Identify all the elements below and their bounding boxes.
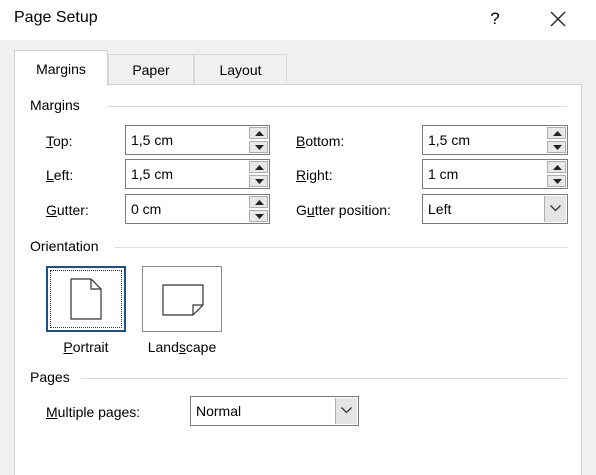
portrait-button[interactable] xyxy=(46,266,126,332)
right-label: Right: xyxy=(296,167,333,183)
gutter-position-label-pre: G xyxy=(296,202,307,218)
landscape-label: Landscape xyxy=(136,339,228,355)
bottom-margin-spin-buttons xyxy=(547,127,566,153)
gutter-spin-buttons xyxy=(249,196,268,222)
multiple-pages-value: Normal xyxy=(196,403,242,419)
close-icon xyxy=(550,11,566,27)
right-margin-spin-buttons xyxy=(547,161,566,187)
bottom-margin-spinner[interactable] xyxy=(422,125,568,155)
bottom-label-accel: B xyxy=(296,133,306,149)
multiple-pages-label: Multiple pages: xyxy=(46,404,140,420)
gutter-input[interactable] xyxy=(126,195,247,223)
multiple-pages-label-text: ultiple pages: xyxy=(57,404,141,420)
bottom-margin-increase-button[interactable] xyxy=(547,127,566,139)
bottom-label-text: ottom: xyxy=(305,133,345,149)
chevron-down-icon xyxy=(550,205,561,212)
pages-group-title: Pages xyxy=(30,369,70,385)
chevron-down-icon xyxy=(341,407,352,414)
right-margin-increase-button[interactable] xyxy=(547,161,566,173)
landscape-label-text: cape xyxy=(185,339,217,355)
landscape-button[interactable] xyxy=(142,266,222,332)
top-label: Top: xyxy=(46,133,72,149)
left-margin-spinner[interactable] xyxy=(125,159,270,189)
portrait-label-text: ortrait xyxy=(72,339,109,355)
right-margin-input[interactable] xyxy=(423,160,545,188)
multiple-pages-label-accel: M xyxy=(46,404,58,420)
margins-panel: Margins Top: Bottom: Left: Right: xyxy=(14,84,582,475)
portrait-page-icon xyxy=(70,278,102,320)
left-margin-input[interactable] xyxy=(126,160,247,188)
left-margin-decrease-button[interactable] xyxy=(249,175,268,187)
triangle-up-icon xyxy=(255,131,264,136)
landscape-label-accel: s xyxy=(178,339,186,355)
gutter-position-dropdown-button[interactable] xyxy=(544,196,566,222)
left-label-text: eft: xyxy=(53,167,74,183)
triangle-up-icon xyxy=(553,165,562,170)
triangle-down-icon xyxy=(553,179,562,184)
top-margin-increase-button[interactable] xyxy=(249,127,268,139)
top-margin-decrease-button[interactable] xyxy=(249,141,268,153)
triangle-down-icon xyxy=(255,179,264,184)
right-label-accel: R xyxy=(296,167,307,183)
gutter-label-accel: G xyxy=(46,202,57,218)
triangle-down-icon xyxy=(255,214,264,219)
top-margin-spinner[interactable] xyxy=(125,125,270,155)
landscape-label-pre: Land xyxy=(147,339,179,355)
top-label-text: op: xyxy=(53,133,73,149)
bottom-label: Bottom: xyxy=(296,133,344,149)
gutter-label: Gutter: xyxy=(46,202,89,218)
gutter-decrease-button[interactable] xyxy=(249,210,268,222)
tab-margins[interactable]: Margins xyxy=(14,50,108,86)
top-label-accel: T xyxy=(46,133,53,149)
tab-layout[interactable]: Layout xyxy=(194,54,287,84)
margins-group-title: Margins xyxy=(30,97,80,113)
bottom-margin-decrease-button[interactable] xyxy=(547,141,566,153)
orientation-group-divider xyxy=(115,247,567,248)
multiple-pages-dropdown-button[interactable] xyxy=(335,398,357,424)
right-margin-spinner[interactable] xyxy=(422,159,568,189)
multiple-pages-select[interactable]: Normal xyxy=(190,396,359,426)
top-margin-input[interactable] xyxy=(126,126,247,154)
left-margin-spin-buttons xyxy=(249,161,268,187)
triangle-up-icon xyxy=(255,165,264,170)
tab-strip: Margins Paper Layout xyxy=(0,40,596,86)
triangle-up-icon xyxy=(553,131,562,136)
gutter-label-text: utter: xyxy=(56,202,89,218)
left-label-accel: L xyxy=(46,167,54,183)
gutter-position-select[interactable]: Left xyxy=(422,194,568,224)
gutter-increase-button[interactable] xyxy=(249,196,268,208)
bottom-margin-input[interactable] xyxy=(423,126,545,154)
triangle-down-icon xyxy=(553,145,562,150)
triangle-down-icon xyxy=(255,145,264,150)
portrait-label: Portrait xyxy=(46,339,126,355)
gutter-position-value: Left xyxy=(428,201,452,217)
title-bar: Page Setup ? xyxy=(0,0,596,40)
dialog-title: Page Setup xyxy=(14,9,98,26)
close-button[interactable] xyxy=(540,4,576,34)
triangle-up-icon xyxy=(255,200,264,205)
tab-paper[interactable]: Paper xyxy=(108,54,194,84)
left-margin-increase-button[interactable] xyxy=(249,161,268,173)
gutter-position-label-accel: u xyxy=(306,202,315,218)
left-label: Left: xyxy=(46,167,73,183)
top-margin-spin-buttons xyxy=(249,127,268,153)
margins-group-divider xyxy=(107,106,567,107)
gutter-spinner[interactable] xyxy=(125,194,270,224)
portrait-label-accel: P xyxy=(63,339,73,355)
pages-group-divider xyxy=(81,378,567,379)
right-margin-decrease-button[interactable] xyxy=(547,175,566,187)
right-label-text: ight: xyxy=(306,167,333,183)
gutter-position-label-text: tter position: xyxy=(314,202,391,218)
gutter-position-label: Gutter position: xyxy=(296,202,391,218)
help-button[interactable]: ? xyxy=(478,4,512,34)
landscape-page-icon xyxy=(162,284,204,316)
orientation-group-title: Orientation xyxy=(30,238,99,254)
